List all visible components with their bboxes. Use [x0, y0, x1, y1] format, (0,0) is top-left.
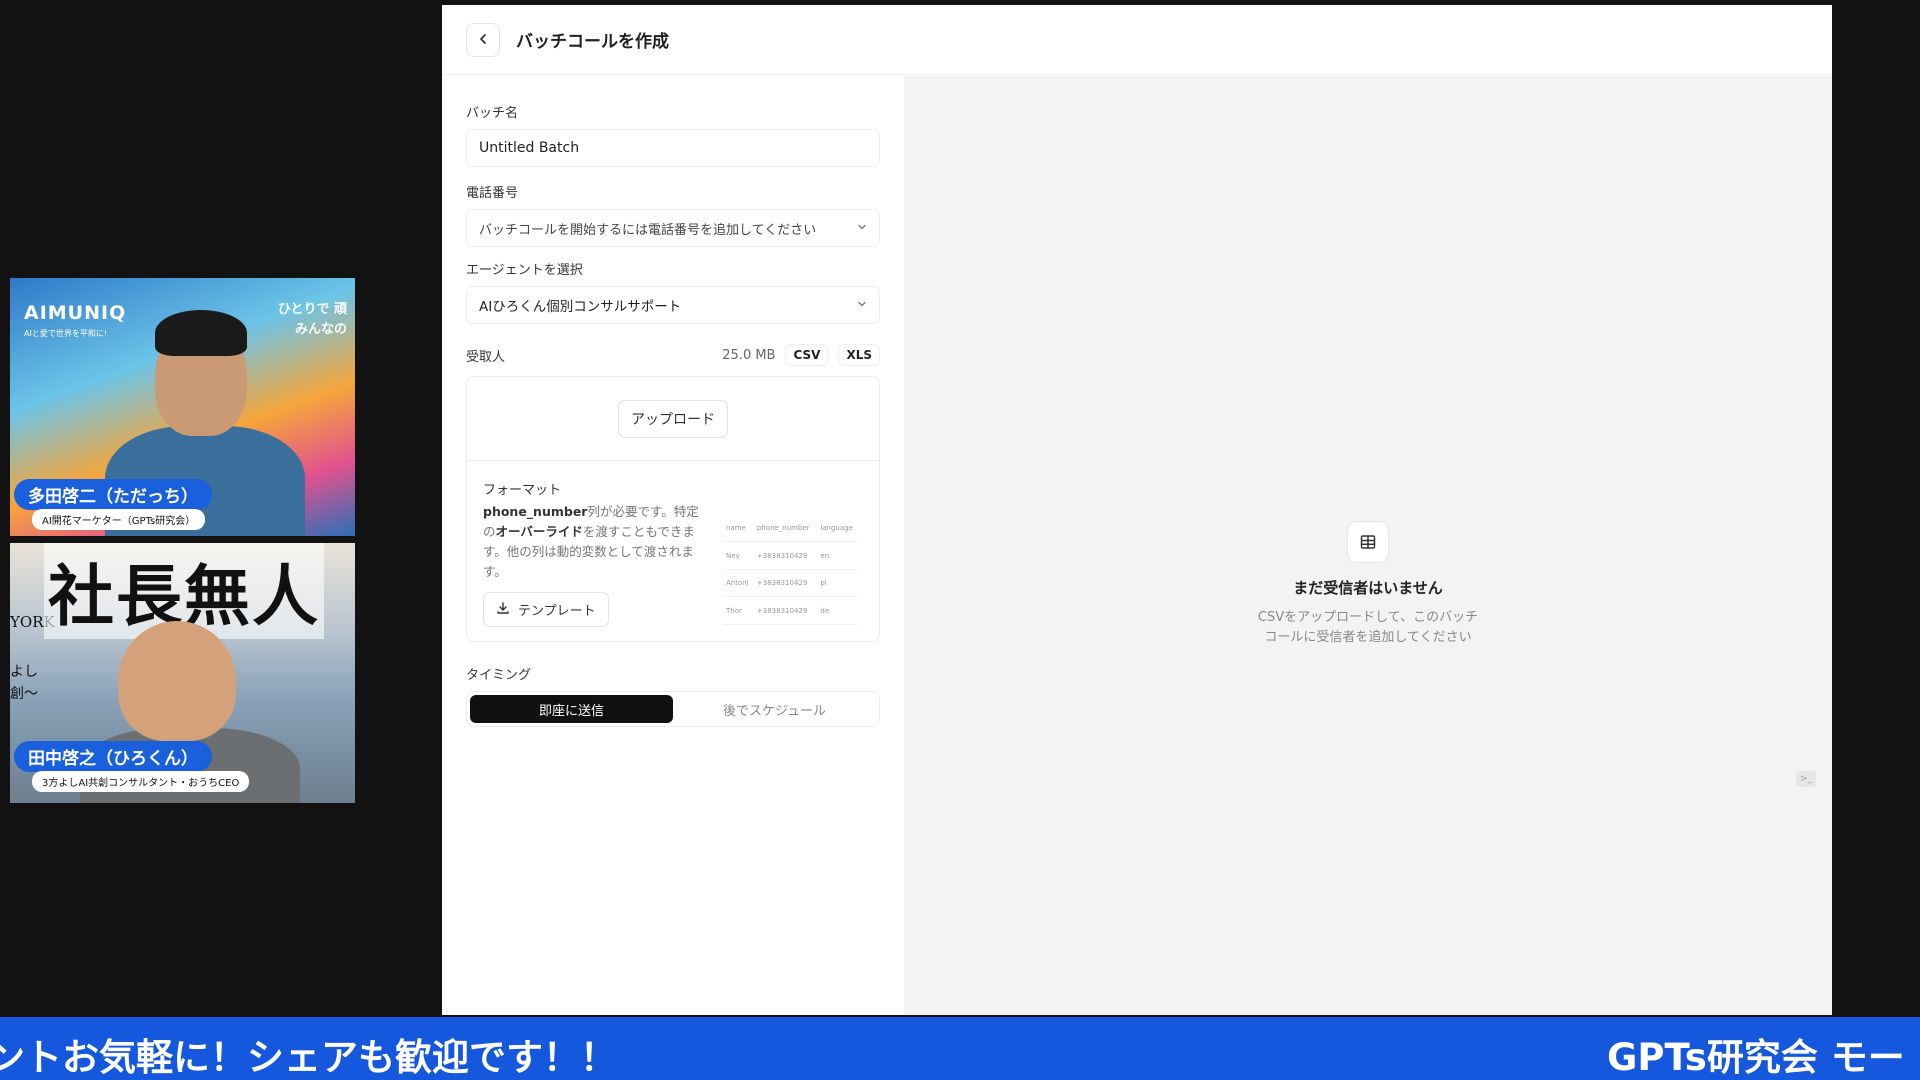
phone-number-group: 電話番号 バッチコールを開始するには電話番号を追加してください — [466, 182, 880, 247]
agent-select[interactable]: AIひろくん個別コンサルサポート — [466, 286, 880, 324]
recipients-header: 受取人 25.0 MB CSV XLS — [466, 344, 880, 366]
timing-group: タイミング 即座に送信 後でスケジュール — [466, 664, 880, 727]
table-cell: Thor — [723, 596, 754, 625]
max-file-size: 25.0 MB — [722, 347, 776, 363]
participant-role-badge: 3方よしAI共創コンサルタント・おうちCEO — [32, 771, 250, 792]
upload-dropzone[interactable]: アップロード フォーマット phone_number列が必要です。特定のオーバー… — [466, 376, 880, 642]
background-text-yoshi-line-2: 創〜 — [10, 686, 38, 702]
download-template-label: テンプレート — [518, 604, 596, 619]
schedule-later-option[interactable]: 後でスケジュール — [673, 695, 876, 723]
table-row: Antoni +3838310429 pl — [723, 569, 859, 598]
chevron-left-icon — [477, 30, 489, 49]
table-cell: +3838310429 — [753, 569, 818, 598]
table-header-row: name phone_number language — [723, 515, 859, 543]
batch-call-window: バッチコールを作成 バッチ名 Untitled Batch 電話番号 バッチコー… — [442, 5, 1832, 1015]
table-header-cell: phone_number — [753, 515, 818, 543]
terminal-icon[interactable]: >_ — [1796, 771, 1816, 787]
person-head — [118, 621, 236, 741]
table-row: Nev +3838310429 en — [723, 541, 859, 570]
window-header: バッチコールを作成 — [442, 5, 1832, 75]
participant-video-hirokun: YORK よし 創〜 社長無人 田中啓之（ひろくん） 3方よしAI共創コンサルタ… — [10, 543, 355, 803]
background-text-yoshi: よし 創〜 — [10, 661, 38, 705]
agent-selected-value: AIひろくん個別コンサルサポート — [479, 299, 682, 315]
format-help-text: フォーマット phone_number列が必要です。特定のオーバーライドを渡すこ… — [483, 479, 709, 627]
format-required-column: phone_number — [483, 504, 588, 519]
format-help: フォーマット phone_number列が必要です。特定のオーバーライドを渡すこ… — [467, 461, 879, 641]
upload-area: アップロード — [467, 377, 879, 461]
agent-label: エージェントを選択 — [466, 263, 583, 278]
empty-state-description-line-2: コールに受信者を追加してください — [1264, 630, 1472, 645]
send-now-option[interactable]: 即座に送信 — [470, 695, 673, 723]
participant-name-badge: 田中啓之（ひろくん） — [14, 741, 212, 772]
empty-state-title: まだ受信者はいません — [1293, 579, 1443, 597]
timing-toggle: 即座に送信 後でスケジュール — [466, 691, 880, 727]
table-header-cell: language — [817, 515, 859, 543]
bottom-ticker-banner: ントお気軽に！シェアも歓迎です！！ GPTs研究会 モー — [0, 1017, 1920, 1080]
tile-brand-subtitle: AIと愛で世界を平和に! — [24, 329, 108, 338]
table-cell: Nev — [723, 541, 754, 570]
participant-video-tadacchi: AIMUNIQ AIと愛で世界を平和に! ひとりで 頑 みんなの 多田啓二（ただ… — [10, 278, 355, 536]
batch-form: バッチ名 Untitled Batch 電話番号 バッチコールを開始するには電話… — [442, 76, 904, 1015]
back-button[interactable] — [466, 22, 500, 57]
phone-number-label: 電話番号 — [466, 186, 519, 201]
recipients-file-info: 25.0 MB CSV XLS — [722, 344, 880, 366]
empty-state-description: CSVをアップロードして、このバッチ コールに受信者を追加してください — [904, 608, 1832, 648]
xls-format-tag: XLS — [838, 344, 880, 366]
page-title: バッチコールを作成 — [516, 32, 669, 52]
download-template-button[interactable]: テンプレート — [483, 592, 609, 627]
participant-name-badge: 多田啓二（ただっち） — [14, 479, 212, 510]
ticker-text-right: GPTs研究会 モー — [1607, 1036, 1905, 1079]
table-cell: de — [817, 596, 859, 625]
tile-tagline-line-1: ひとりで 頑 — [277, 302, 347, 317]
download-icon — [496, 601, 510, 619]
phone-number-placeholder: バッチコールを開始するには電話番号を追加してください — [479, 222, 817, 238]
upload-button[interactable]: アップロード — [618, 399, 728, 438]
table-cell: pl — [817, 569, 859, 598]
tile-tagline: ひとりで 頑 みんなの — [278, 300, 347, 340]
recipients-preview-panel: まだ受信者はいません CSVをアップロードして、このバッチ コールに受信者を追加… — [904, 76, 1832, 1015]
agent-group: エージェントを選択 AIひろくん個別コンサルサポート — [466, 259, 880, 324]
participant-role-badge: AI開花マーケター（GPTs研究会） — [32, 509, 206, 530]
timing-label: タイミング — [466, 668, 532, 683]
background-text-yoshi-line-1: よし — [10, 664, 38, 680]
csv-format-tag: CSV — [785, 344, 829, 366]
batch-name-label: バッチ名 — [466, 106, 519, 121]
table-cell: Antoni — [723, 569, 754, 598]
table-cell: +3838310429 — [753, 541, 818, 570]
batch-name-input[interactable]: Untitled Batch — [466, 129, 880, 167]
recipients-label: 受取人 — [466, 349, 506, 365]
tile-tagline-line-2: みんなの — [294, 322, 347, 337]
recipients-group: 受取人 25.0 MB CSV XLS アップロード フォーマット phone_… — [466, 344, 880, 642]
table-icon — [1347, 521, 1389, 563]
ticker-text-left: ントお気軽に！シェアも歓迎です！！ — [0, 1036, 617, 1079]
phone-number-select[interactable]: バッチコールを開始するには電話番号を追加してください — [466, 209, 880, 247]
batch-name-group: バッチ名 Untitled Batch — [466, 102, 880, 167]
tile-brand-logo: AIMUNIQ — [24, 302, 127, 324]
table-row: Thor +3838310429 de — [723, 596, 859, 625]
table-cell: +3838310429 — [753, 596, 818, 625]
empty-state: まだ受信者はいません CSVをアップロードして、このバッチ コールに受信者を追加… — [904, 521, 1832, 648]
sample-csv-table: name phone_number language Nev +38383104… — [723, 515, 859, 625]
format-title: フォーマット — [483, 483, 562, 498]
table-cell: en — [817, 541, 859, 570]
table-header-cell: name — [723, 515, 754, 543]
person-hair — [155, 310, 247, 356]
chevron-down-icon — [857, 299, 867, 312]
format-override-term: オーバーライド — [495, 524, 583, 539]
format-description: phone_number列が必要です。特定のオーバーライドを渡すこともできます。… — [483, 502, 709, 582]
empty-state-description-line-1: CSVをアップロードして、このバッチ — [1257, 610, 1479, 625]
chevron-down-icon — [857, 222, 867, 235]
